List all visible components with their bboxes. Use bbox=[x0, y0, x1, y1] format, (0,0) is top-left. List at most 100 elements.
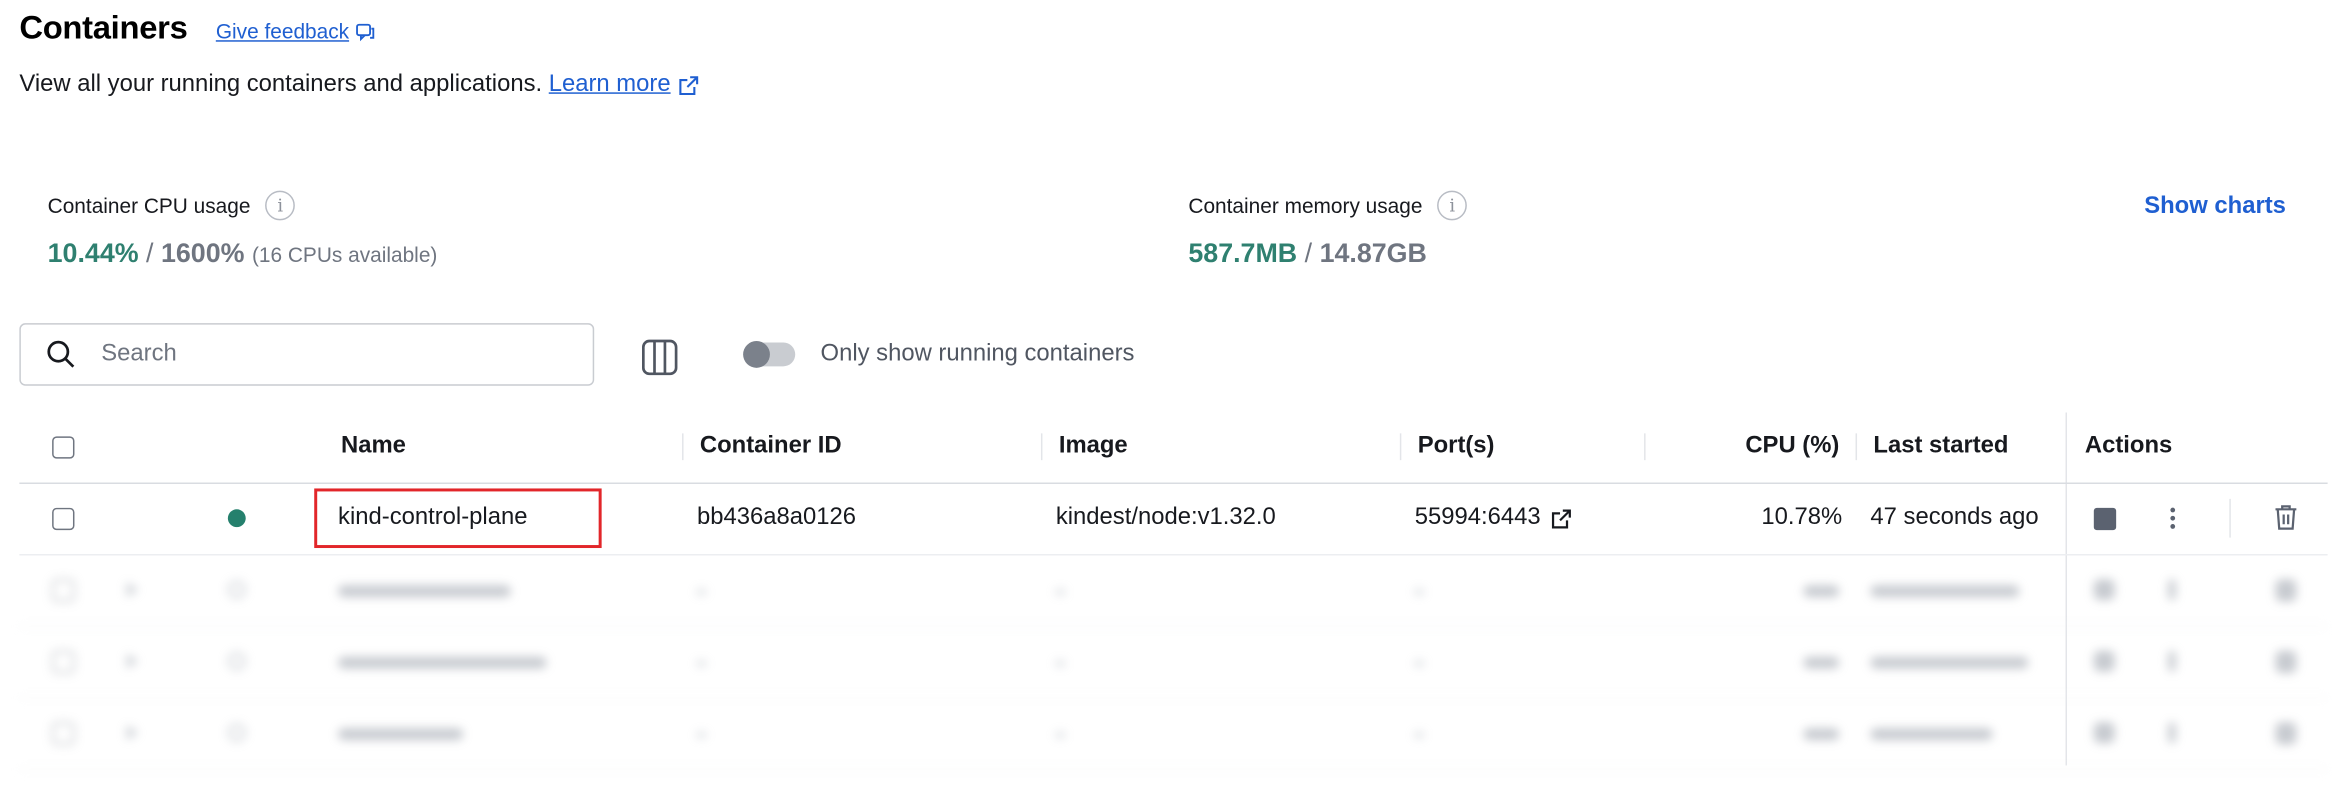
memory-usage-label: Container memory usage bbox=[1188, 193, 1423, 218]
start-icon[interactable] bbox=[126, 725, 139, 741]
chat-bubble-icon bbox=[356, 23, 375, 42]
obscured-text bbox=[1870, 656, 2029, 669]
cpu-usage-stat: Container CPU usage i 10.44% / 1600% (16… bbox=[47, 190, 438, 270]
stop-icon[interactable] bbox=[2093, 507, 2117, 531]
column-header-image[interactable]: Image bbox=[1059, 433, 1128, 460]
subtitle-text: View all your running containers and app… bbox=[19, 71, 543, 97]
toggle-knob bbox=[743, 341, 770, 368]
obscured-text bbox=[696, 732, 706, 738]
obscured-icon[interactable] bbox=[2275, 650, 2297, 674]
columns-icon[interactable] bbox=[640, 338, 679, 377]
table-row[interactable]: kind-control-plane bb436a8a0126 kindest/… bbox=[19, 484, 2328, 556]
search-icon bbox=[47, 340, 75, 368]
row-checkbox[interactable] bbox=[52, 507, 75, 531]
table-row[interactable] bbox=[19, 555, 2328, 627]
running-status-icon bbox=[227, 509, 246, 528]
info-icon[interactable]: i bbox=[265, 190, 296, 221]
row-checkbox[interactable] bbox=[52, 650, 75, 674]
search-input[interactable] bbox=[98, 339, 552, 370]
table-header: Name Container ID Image Port(s) CPU (%) … bbox=[19, 413, 2328, 484]
learn-more-label: Learn more bbox=[548, 71, 671, 97]
external-link-icon bbox=[1551, 508, 1571, 528]
table-row[interactable] bbox=[19, 627, 2328, 699]
obscured-icon[interactable] bbox=[2093, 722, 2115, 744]
obscured-icon[interactable] bbox=[2168, 722, 2176, 744]
more-vertical-icon[interactable] bbox=[2159, 505, 2186, 532]
obscured-icon[interactable] bbox=[2168, 579, 2176, 601]
port-mapping: 55994:6443 bbox=[1414, 504, 1541, 531]
column-header-container-id[interactable]: Container ID bbox=[700, 433, 842, 460]
obscured-text bbox=[1870, 585, 2020, 598]
cpu-separator: / bbox=[146, 238, 154, 269]
column-header-ports[interactable]: Port(s) bbox=[1418, 433, 1495, 460]
obscured-text bbox=[1055, 589, 1065, 595]
obscured-text bbox=[1414, 732, 1424, 738]
select-all-checkbox[interactable] bbox=[52, 436, 75, 459]
container-last-started: 47 seconds ago bbox=[1870, 504, 2039, 531]
obscured-text bbox=[1803, 656, 1840, 669]
container-name-link[interactable]: kind-control-plane bbox=[338, 505, 527, 532]
table-row[interactable] bbox=[19, 698, 2328, 770]
obscured-icon[interactable] bbox=[2275, 579, 2297, 602]
obscured-text bbox=[1414, 589, 1424, 595]
search-field[interactable] bbox=[19, 323, 595, 386]
column-divider[interactable] bbox=[682, 433, 684, 461]
container-image-link[interactable]: kindest/node:v1.32.0 bbox=[1056, 505, 1276, 532]
column-header-cpu[interactable]: CPU (%) bbox=[1745, 433, 1839, 460]
column-header-actions: Actions bbox=[2084, 433, 2173, 459]
page-subtitle: View all your running containers and app… bbox=[19, 71, 700, 98]
cpu-usage-value: 10.44% / 1600% (16 CPUs available) bbox=[48, 238, 438, 269]
memory-separator: / bbox=[1304, 238, 1313, 269]
memory-total: 14.87GB bbox=[1319, 238, 1427, 269]
cpu-available-note: (16 CPUs available) bbox=[251, 242, 438, 267]
obscured-text bbox=[1803, 728, 1840, 741]
column-divider[interactable] bbox=[1644, 433, 1646, 461]
obscured-text bbox=[338, 585, 511, 598]
row-action-divider bbox=[2229, 498, 2231, 538]
running-only-toggle[interactable] bbox=[743, 341, 796, 368]
container-port-link[interactable]: 55994:6443 bbox=[1415, 505, 1572, 532]
give-feedback-link[interactable]: Give feedback bbox=[216, 19, 376, 43]
start-icon[interactable] bbox=[126, 582, 139, 598]
column-divider[interactable] bbox=[1855, 433, 1858, 461]
give-feedback-label: Give feedback bbox=[215, 19, 350, 44]
container-id: bb436a8a0126 bbox=[696, 504, 856, 531]
status-icon bbox=[227, 652, 246, 671]
obscured-text bbox=[338, 728, 464, 741]
containers-table: Name Container ID Image Port(s) CPU (%) … bbox=[19, 412, 2328, 770]
obscured-icon[interactable] bbox=[2093, 650, 2115, 672]
column-divider[interactable] bbox=[1399, 433, 1402, 461]
trash-icon[interactable] bbox=[2273, 503, 2300, 531]
container-cpu: 10.78% bbox=[1761, 504, 1843, 531]
info-icon[interactable]: i bbox=[1437, 190, 1468, 221]
column-header-last-started[interactable]: Last started bbox=[1873, 433, 2008, 460]
running-only-label: Only show running containers bbox=[820, 341, 1135, 367]
obscured-icon[interactable] bbox=[2093, 579, 2115, 601]
row-checkbox[interactable] bbox=[52, 579, 75, 602]
memory-used: 587.7MB bbox=[1188, 238, 1298, 269]
column-header-name[interactable]: Name bbox=[341, 433, 406, 460]
memory-usage-value: 587.7MB / 14.87GB bbox=[1188, 238, 1467, 269]
obscured-text bbox=[1055, 661, 1065, 666]
obscured-icon[interactable] bbox=[2275, 722, 2297, 745]
obscured-text bbox=[1870, 728, 1993, 741]
row-checkbox[interactable] bbox=[52, 722, 75, 745]
learn-more-link[interactable]: Learn more bbox=[549, 71, 701, 98]
memory-usage-stat: Container memory usage i 587.7MB / 14.87… bbox=[1188, 190, 1468, 270]
obscured-icon[interactable] bbox=[2168, 650, 2176, 672]
containers-page: Containers Give feedback View all your r… bbox=[0, 0, 2332, 807]
external-link-icon bbox=[679, 75, 699, 95]
obscured-text bbox=[338, 656, 547, 669]
cpu-usage-label: Container CPU usage bbox=[47, 193, 251, 218]
title-row: Containers Give feedback bbox=[19, 9, 376, 48]
column-divider[interactable] bbox=[1040, 433, 1043, 461]
page-title: Containers bbox=[19, 8, 188, 47]
start-icon[interactable] bbox=[126, 653, 139, 669]
obscured-text bbox=[1055, 732, 1065, 738]
show-charts-button[interactable]: Show charts bbox=[2144, 194, 2286, 221]
status-icon bbox=[227, 723, 246, 742]
cpu-total: 1600% bbox=[160, 238, 245, 269]
obscured-text bbox=[1803, 585, 1840, 598]
status-icon bbox=[227, 580, 246, 599]
running-filter: Only show running containers bbox=[743, 341, 1135, 368]
